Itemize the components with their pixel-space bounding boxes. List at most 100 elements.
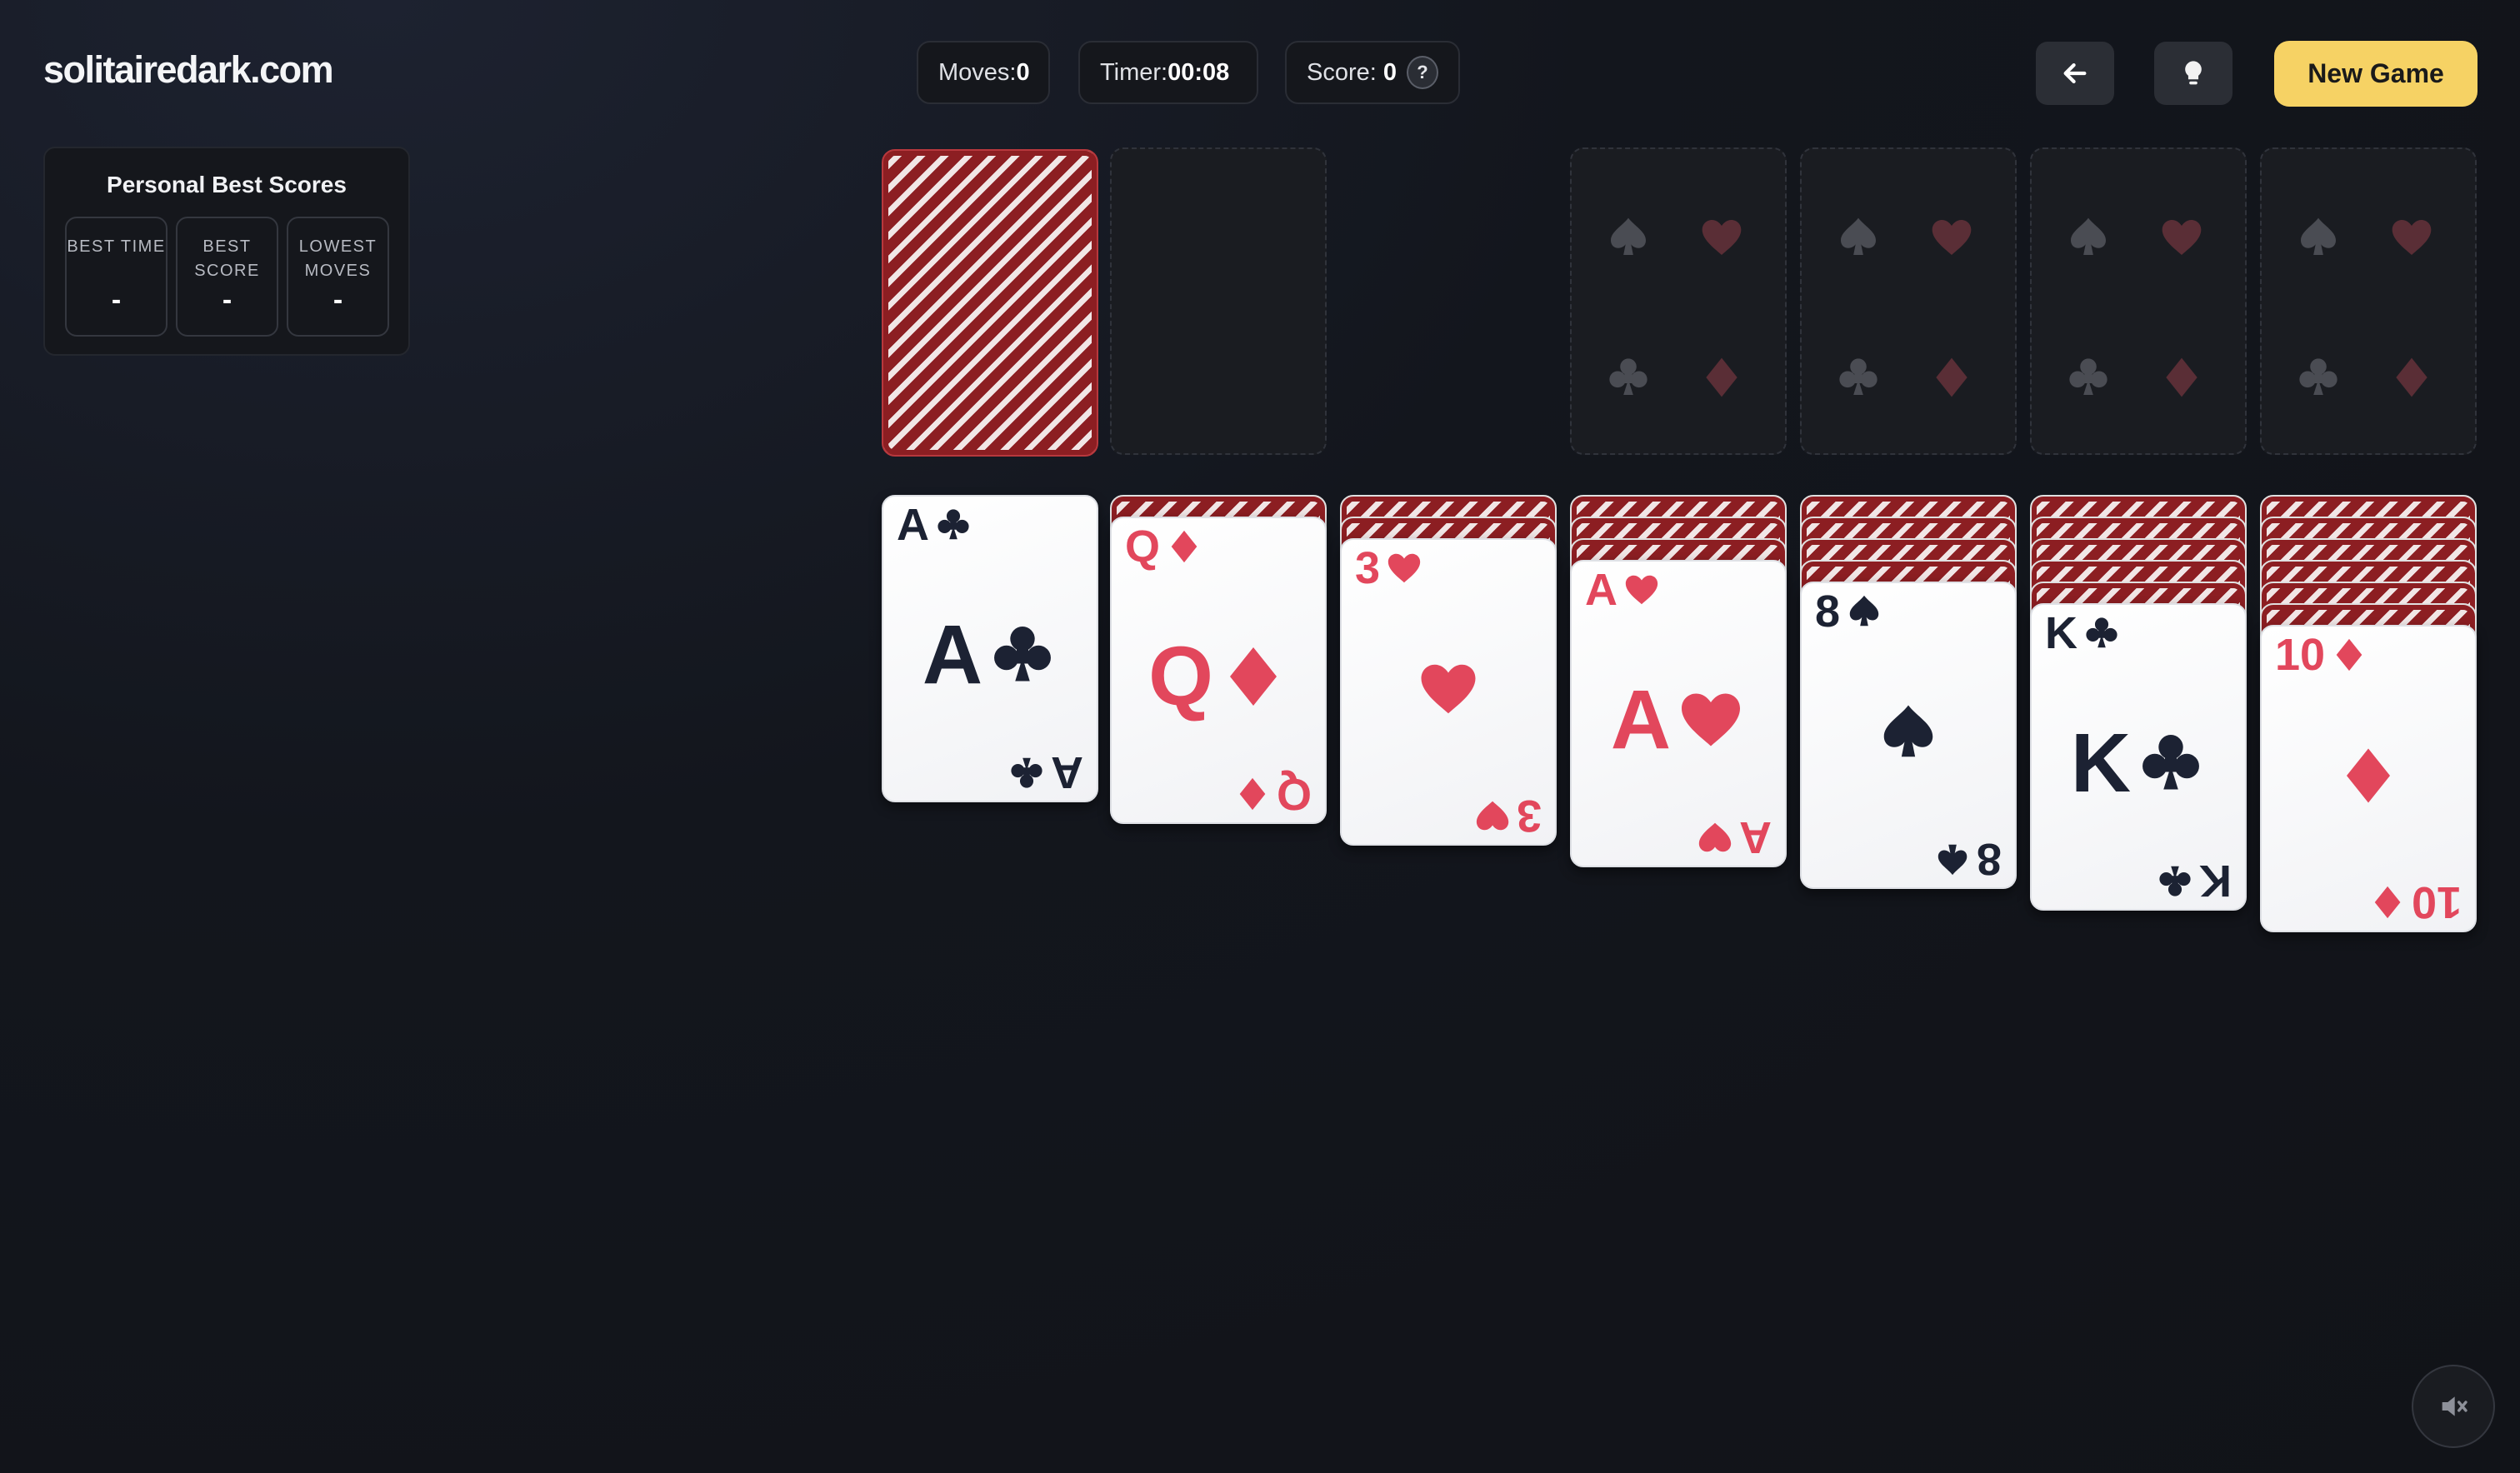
diamond-icon — [2336, 638, 2362, 672]
diamond-icon — [2347, 748, 2390, 803]
card-center: A — [1572, 678, 1785, 761]
diamond-icon — [2166, 357, 2198, 397]
card-corner-bottom: 3 — [1473, 791, 1542, 841]
foundation-spades-placeholder — [2065, 214, 2112, 261]
card-center-rank: A — [1610, 673, 1672, 766]
card-center — [1802, 700, 2015, 765]
card-center — [1342, 657, 1555, 722]
best-time: BEST TIME - — [65, 217, 168, 337]
moves-value: 0 — [1016, 58, 1030, 86]
best-time-value: - — [111, 284, 122, 316]
card-corner-bottom: 8 — [1933, 834, 2002, 884]
card-corner-top: Q — [1125, 523, 1203, 570]
spade-icon — [1841, 217, 1876, 255]
heart-icon — [1932, 220, 1972, 255]
club-icon — [1011, 757, 1042, 788]
speaker-muted-icon — [2442, 1396, 2468, 1416]
diamond-icon — [1229, 647, 1277, 706]
heart-icon — [1682, 693, 1741, 746]
card-rank: Q — [1125, 522, 1161, 572]
diamond-icon — [1171, 530, 1198, 563]
diamond-icon — [2374, 886, 2401, 919]
foundation-clubs-placeholder — [2065, 354, 2112, 401]
foundation-hearts-placeholder — [2388, 214, 2435, 261]
undo-button[interactable] — [2036, 42, 2114, 105]
lightbulb-icon — [2185, 61, 2202, 85]
lowest-moves-label: LOWEST MOVES — [298, 237, 378, 280]
waste-pile[interactable] — [1110, 147, 1327, 455]
card-corner-bottom: K — [2156, 856, 2232, 906]
card-corner-top: K — [2045, 610, 2121, 657]
sound-toggle-button[interactable] — [2412, 1365, 2495, 1448]
card-center: K — [2032, 722, 2245, 805]
card-corner-top: 3 — [1355, 545, 1423, 592]
heart-icon — [2392, 220, 2432, 255]
tableau-card-4[interactable]: AAA — [1570, 560, 1787, 867]
club-icon — [2142, 735, 2200, 790]
club-icon — [1839, 358, 1878, 395]
card-corner-top: A — [1585, 567, 1661, 613]
timer-label: Timer: — [1100, 58, 1168, 86]
card-rank: K — [2045, 608, 2078, 658]
score-label: Score: — [1307, 58, 1377, 86]
card-rank: K — [2199, 856, 2232, 906]
heart-icon — [1625, 575, 1658, 605]
diamond-icon — [2396, 357, 2428, 397]
card-rank: Q — [1276, 769, 1312, 819]
card-corner-bottom: Q — [1233, 769, 1312, 819]
tableau-card-5[interactable]: 88 — [1800, 582, 2017, 889]
card-rank: A — [1051, 747, 1083, 797]
tableau-card-6[interactable]: KKK — [2030, 603, 2247, 911]
foundation-diamonds-placeholder — [2388, 354, 2435, 401]
heart-icon — [1421, 664, 1476, 714]
score-counter: Score: 0 ? — [1285, 41, 1460, 104]
card-corner-bottom: 10 — [2368, 877, 2462, 927]
foundation-diamonds-placeholder — [1928, 354, 1975, 401]
card-center-rank: Q — [1148, 630, 1213, 723]
club-icon — [1609, 358, 1648, 395]
foundation-4[interactable] — [2260, 147, 2477, 455]
card-rank: 3 — [1355, 543, 1381, 593]
spade-icon — [1611, 217, 1646, 255]
club-icon — [2086, 617, 2118, 648]
card-corner-bottom: A — [1696, 812, 1772, 862]
heart-icon — [1698, 822, 1732, 852]
card-corner-bottom: A — [1008, 747, 1083, 797]
foundation-spades-placeholder — [1835, 214, 1882, 261]
foundation-1[interactable] — [1570, 147, 1787, 455]
card-corner-top: A — [897, 502, 972, 548]
site-logo[interactable]: solitairedark.com — [43, 48, 334, 92]
heart-icon — [2162, 220, 2202, 255]
tableau-card-1[interactable]: A A A — [882, 495, 1098, 802]
hint-button[interactable] — [2154, 42, 2232, 105]
spade-icon — [2071, 217, 2106, 255]
card-center-rank: K — [2070, 717, 2132, 810]
tableau-card-3[interactable]: 33 — [1340, 538, 1557, 846]
diamond-icon — [1936, 357, 1968, 397]
diamond-icon — [1239, 777, 1266, 811]
foundation-diamonds-placeholder — [2158, 354, 2205, 401]
tableau-card-7[interactable]: 10 10 — [2260, 625, 2477, 932]
heart-icon — [1388, 553, 1421, 583]
foundation-3[interactable] — [2030, 147, 2247, 455]
timer-value: 00:08 — [1168, 58, 1230, 86]
tableau-card-2[interactable]: Q Q Q — [1110, 517, 1327, 824]
card-center-rank: A — [922, 608, 983, 702]
foundation-2[interactable] — [1800, 147, 2017, 455]
club-icon — [2069, 358, 2108, 395]
new-game-button[interactable]: New Game — [2274, 41, 2478, 107]
stock-pile[interactable] — [882, 149, 1098, 457]
spade-icon — [2301, 217, 2336, 255]
foundation-diamonds-placeholder — [1698, 354, 1745, 401]
club-icon — [938, 509, 969, 540]
card-rank: 8 — [1976, 834, 2002, 884]
best-time-label: BEST TIME — [67, 237, 166, 256]
foundation-hearts-placeholder — [1928, 214, 1975, 261]
foundation-hearts-placeholder — [2158, 214, 2205, 261]
moves-label: Moves: — [938, 58, 1017, 86]
timer: Timer: 00:08 — [1078, 41, 1258, 104]
lowest-moves: LOWEST MOVES - — [287, 217, 389, 337]
score-help-icon[interactable]: ? — [1406, 56, 1438, 89]
club-icon — [2299, 358, 2338, 395]
club-icon — [994, 627, 1052, 682]
